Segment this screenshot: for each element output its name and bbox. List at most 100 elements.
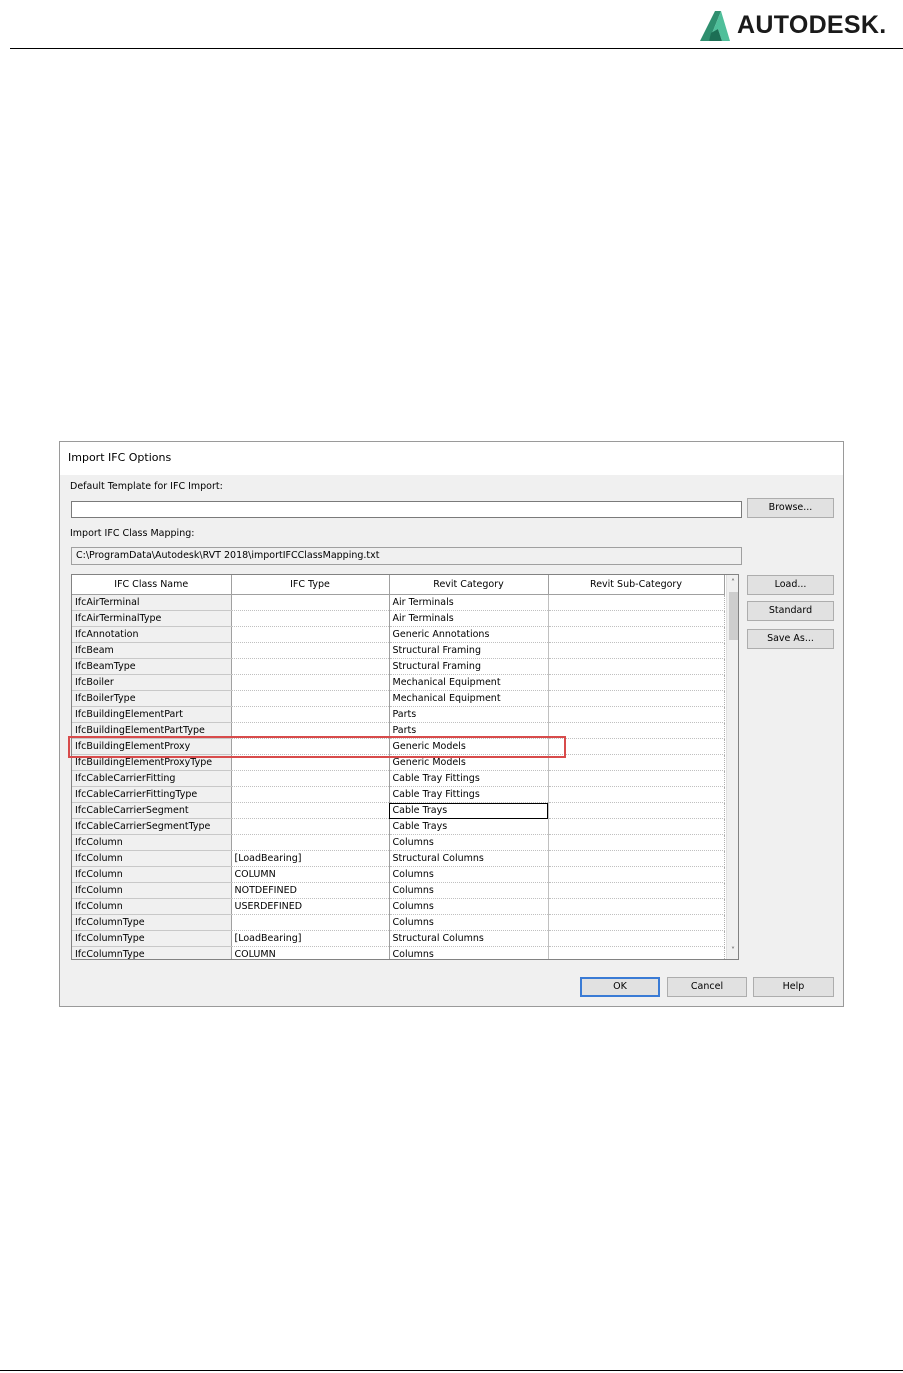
cell-ifc-class-name[interactable]: IfcBuildingElementPartType	[72, 722, 232, 739]
cell-ifc-type[interactable]	[231, 914, 390, 931]
ok-button[interactable]: OK	[580, 977, 660, 997]
table-row[interactable]: IfcColumn USERDEFINED Columns	[72, 898, 725, 915]
table-row[interactable]: IfcAnnotation Generic Annotations	[72, 626, 725, 643]
cell-ifc-type[interactable]	[231, 690, 390, 707]
cell-ifc-class-name[interactable]: IfcAnnotation	[72, 626, 232, 643]
table-row[interactable]: IfcBuildingElementProxyType Generic Model…	[72, 754, 725, 771]
cell-ifc-type[interactable]	[231, 674, 390, 691]
cell-revit-category[interactable]: Columns	[389, 834, 549, 851]
help-button[interactable]: Help	[753, 977, 834, 997]
cell-revit-sub-category[interactable]	[548, 770, 725, 787]
cell-revit-sub-category[interactable]	[548, 674, 725, 691]
cell-ifc-type[interactable]	[231, 770, 390, 787]
cell-revit-sub-category[interactable]	[548, 850, 725, 867]
cell-ifc-class-name[interactable]: IfcColumnType	[72, 946, 232, 959]
load-button[interactable]: Load...	[747, 575, 834, 595]
cell-revit-category[interactable]: Parts	[389, 722, 549, 739]
cell-ifc-type[interactable]: COLUMN	[231, 866, 390, 883]
cell-revit-sub-category[interactable]	[548, 594, 725, 611]
table-row[interactable]: IfcColumn NOTDEFINED Columns	[72, 882, 725, 899]
scroll-down-icon[interactable]: ˅	[727, 943, 738, 959]
cell-revit-sub-category[interactable]	[548, 882, 725, 899]
cell-revit-category[interactable]: Air Terminals	[389, 610, 549, 627]
cell-ifc-type[interactable]: [LoadBearing]	[231, 850, 390, 867]
cell-ifc-type[interactable]: USERDEFINED	[231, 898, 390, 915]
cell-ifc-type[interactable]: NOTDEFINED	[231, 882, 390, 899]
cell-ifc-class-name[interactable]: IfcCableCarrierSegment	[72, 802, 232, 819]
table-row[interactable]: IfcColumn [LoadBearing] Structural Columns	[72, 850, 725, 867]
cell-revit-category[interactable]: Columns	[389, 866, 549, 883]
cell-ifc-type[interactable]: COLUMN	[231, 946, 390, 959]
cell-revit-category[interactable]: Cable Trays	[389, 802, 549, 819]
column-header-revit-category[interactable]: Revit Category	[389, 575, 549, 595]
cell-revit-sub-category[interactable]	[548, 834, 725, 851]
standard-button[interactable]: Standard	[747, 601, 834, 621]
cell-revit-sub-category[interactable]	[548, 946, 725, 959]
table-row[interactable]: IfcColumn Columns	[72, 834, 725, 851]
cell-revit-category[interactable]: Generic Models	[389, 754, 549, 771]
table-row[interactable]: IfcAirTerminal Air Terminals	[72, 594, 725, 611]
table-row[interactable]: IfcBuildingElementProxy Generic Models	[72, 738, 725, 755]
table-row[interactable]: IfcColumnType [LoadBearing] Structural Col…	[72, 930, 725, 947]
cell-ifc-type[interactable]	[231, 818, 390, 835]
cell-revit-category[interactable]: Mechanical Equipment	[389, 674, 549, 691]
column-header-ifc-class-name[interactable]: IFC Class Name	[72, 575, 232, 595]
cell-revit-category[interactable]: Structural Columns	[389, 850, 549, 867]
table-row[interactable]: IfcColumnType COLUMN Columns	[72, 946, 725, 959]
table-row[interactable]: IfcColumn COLUMN Columns	[72, 866, 725, 883]
scroll-up-icon[interactable]: ˄	[727, 575, 738, 591]
cell-ifc-type[interactable]	[231, 802, 390, 819]
cell-revit-sub-category[interactable]	[548, 866, 725, 883]
cell-ifc-class-name[interactable]: IfcBoilerType	[72, 690, 232, 707]
cell-revit-category[interactable]: Cable Trays	[389, 818, 549, 835]
vertical-scrollbar[interactable]: ˄ ˅	[726, 575, 738, 959]
cell-revit-category[interactable]: Columns	[389, 882, 549, 899]
cell-ifc-class-name[interactable]: IfcColumnType	[72, 914, 232, 931]
cell-revit-category[interactable]: Structural Framing	[389, 658, 549, 675]
cell-ifc-type[interactable]	[231, 706, 390, 723]
table-row[interactable]: IfcCableCarrierSegment Cable Trays	[72, 802, 725, 819]
table-row[interactable]: IfcCableCarrierFittingType Cable Tray Fit…	[72, 786, 725, 803]
cell-revit-category[interactable]: Generic Models	[389, 738, 549, 755]
cell-revit-sub-category[interactable]	[548, 754, 725, 771]
cell-ifc-class-name[interactable]: IfcColumnType	[72, 930, 232, 947]
mapping-grid[interactable]: IFC Class Name IFC Type Revit Category R…	[71, 574, 739, 960]
cell-revit-sub-category[interactable]	[548, 914, 725, 931]
cell-ifc-class-name[interactable]: IfcBuildingElementProxyType	[72, 754, 232, 771]
table-row[interactable]: IfcBeam Structural Framing	[72, 642, 725, 659]
save-as-button[interactable]: Save As...	[747, 629, 834, 649]
cell-revit-sub-category[interactable]	[548, 722, 725, 739]
cell-ifc-class-name[interactable]: IfcAirTerminal	[72, 594, 232, 611]
cell-ifc-class-name[interactable]: IfcColumn	[72, 834, 232, 851]
cell-revit-category[interactable]: Cable Tray Fittings	[389, 786, 549, 803]
table-row[interactable]: IfcBuildingElementPart Parts	[72, 706, 725, 723]
cell-ifc-class-name[interactable]: IfcAirTerminalType	[72, 610, 232, 627]
cell-ifc-type[interactable]	[231, 754, 390, 771]
cell-revit-category[interactable]: Structural Columns	[389, 930, 549, 947]
browse-button[interactable]: Browse...	[747, 498, 834, 518]
cell-revit-sub-category[interactable]	[548, 642, 725, 659]
cell-ifc-class-name[interactable]: IfcCableCarrierFittingType	[72, 786, 232, 803]
cell-ifc-type[interactable]: [LoadBearing]	[231, 930, 390, 947]
cell-ifc-type[interactable]	[231, 786, 390, 803]
default-template-input[interactable]	[71, 501, 742, 518]
cell-revit-sub-category[interactable]	[548, 898, 725, 915]
cell-ifc-class-name[interactable]: IfcBeamType	[72, 658, 232, 675]
cell-ifc-type[interactable]	[231, 626, 390, 643]
cell-ifc-class-name[interactable]: IfcColumn	[72, 882, 232, 899]
cell-revit-sub-category[interactable]	[548, 626, 725, 643]
cell-revit-category[interactable]: Structural Framing	[389, 642, 549, 659]
cell-revit-sub-category[interactable]	[548, 738, 725, 755]
cell-revit-category[interactable]: Parts	[389, 706, 549, 723]
cell-revit-sub-category[interactable]	[548, 690, 725, 707]
cell-revit-category[interactable]: Columns	[389, 914, 549, 931]
cell-ifc-class-name[interactable]: IfcColumn	[72, 866, 232, 883]
cell-ifc-class-name[interactable]: IfcCableCarrierSegmentType	[72, 818, 232, 835]
cell-ifc-class-name[interactable]: IfcBuildingElementPart	[72, 706, 232, 723]
cell-revit-category[interactable]: Generic Annotations	[389, 626, 549, 643]
cell-ifc-class-name[interactable]: IfcBoiler	[72, 674, 232, 691]
cell-ifc-type[interactable]	[231, 834, 390, 851]
cell-ifc-type[interactable]	[231, 722, 390, 739]
cell-ifc-class-name[interactable]: IfcCableCarrierFitting	[72, 770, 232, 787]
cell-revit-category[interactable]: Columns	[389, 946, 549, 959]
